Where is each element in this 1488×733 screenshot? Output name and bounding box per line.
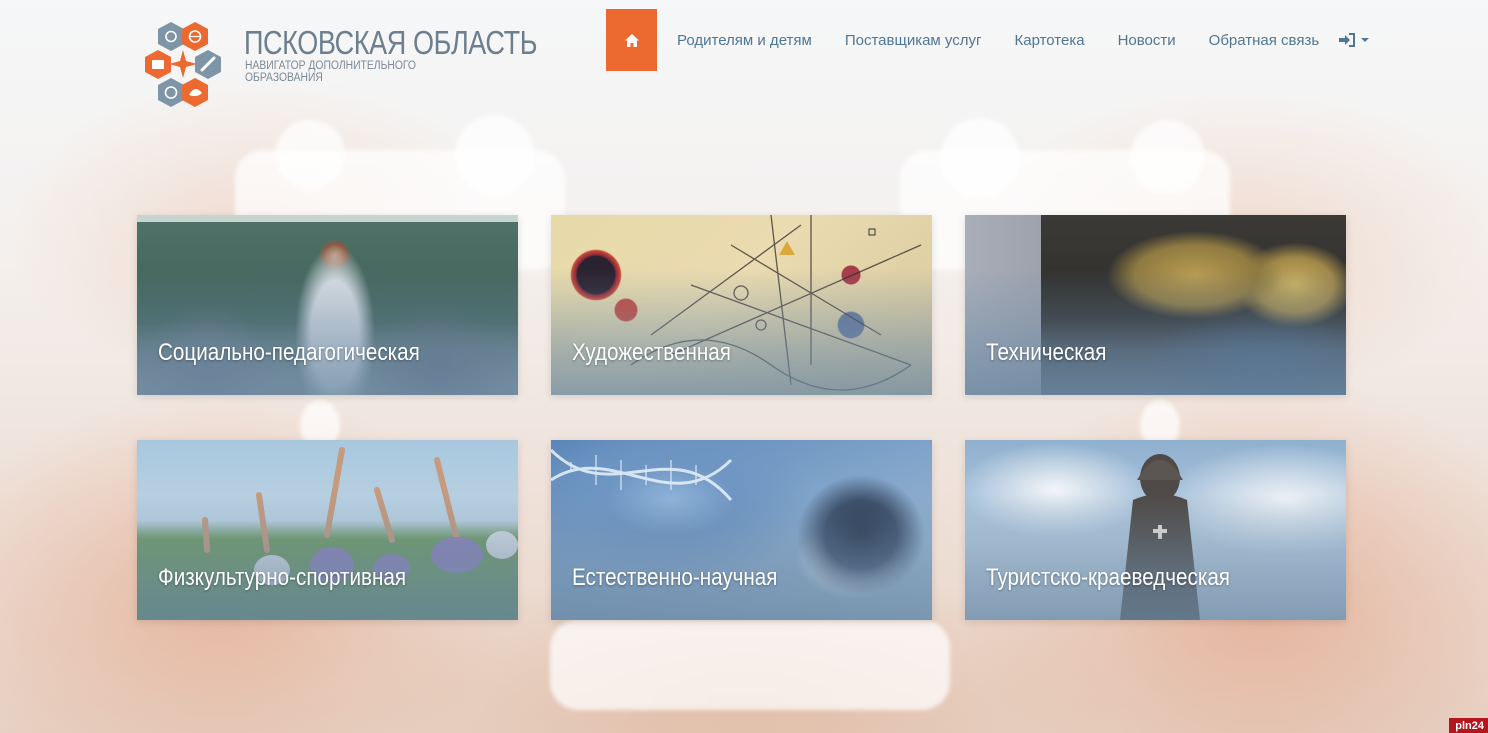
watermark-badge: pln24 [1449,718,1488,733]
category-card-art[interactable]: Художественная [551,215,932,395]
category-card-tech[interactable]: Техническая [965,215,1346,395]
nav-home-button[interactable] [606,9,657,71]
sign-in-icon [1339,33,1356,47]
home-icon [624,33,639,47]
nav-item-news[interactable]: Новости [1118,9,1176,71]
logo-subtitle: НАВИГАТОР ДОПОЛНИТЕЛЬНОГО ОБРАЗОВАНИЯ [245,60,416,84]
nav-item-parents[interactable]: Родителям и детям [677,9,812,71]
category-card-science[interactable]: Естественно-научная [551,440,932,620]
caret-down-icon [1361,38,1370,42]
nav-item-providers[interactable]: Поставщикам услуг [845,9,982,71]
category-label: Социально-педагогическая [158,339,420,366]
category-label: Физкультурно-спортивная [158,564,407,591]
main-nav: Родителям и детям Поставщикам услуг Карт… [606,9,1370,71]
nav-item-catalog[interactable]: Картотека [1014,9,1084,71]
category-label: Естественно-научная [572,564,778,591]
login-dropdown[interactable] [1339,9,1370,71]
logo-hexagons-icon [145,22,221,107]
logo-title: ПСКОВСКАЯ ОБЛАСТЬ [244,24,538,61]
category-label: Техническая [986,339,1107,366]
category-card-tourism[interactable]: Туристско-краеведческая [965,440,1346,620]
category-card-sport[interactable]: Физкультурно-спортивная [137,440,518,620]
category-label: Художественная [572,339,731,366]
nav-item-feedback[interactable]: Обратная связь [1209,9,1320,71]
category-label: Туристско-краеведческая [986,564,1230,591]
category-card-social[interactable]: Социально-педагогическая [137,215,518,395]
site-logo[interactable]: ПСКОВСКАЯ ОБЛАСТЬ НАВИГАТОР ДОПОЛНИТЕЛЬН… [137,18,537,113]
